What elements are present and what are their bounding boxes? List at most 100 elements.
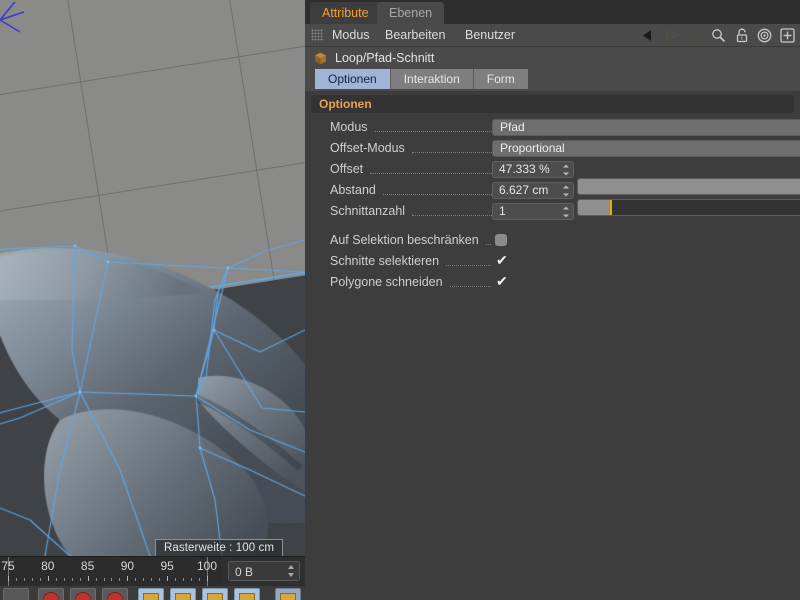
leader-dots bbox=[412, 214, 492, 216]
timeline-tick-minor bbox=[63, 578, 65, 581]
leader-dots bbox=[412, 151, 492, 153]
record-button-2[interactable] bbox=[70, 588, 96, 600]
timeline-tick-minor bbox=[119, 578, 121, 581]
toolbar-button-1[interactable] bbox=[3, 588, 29, 600]
frame-field-value: 0 B bbox=[235, 565, 254, 579]
timeline-tick-minor bbox=[103, 578, 105, 581]
slider-fill bbox=[578, 179, 800, 194]
timeline-tick-minor bbox=[55, 578, 57, 581]
record-dot-icon bbox=[42, 592, 60, 600]
cube-icon bbox=[313, 51, 328, 66]
attribute-manager-panel: Attribute Ebenen Modus Bearbeiten Benutz… bbox=[305, 0, 800, 600]
timeline-tick-minor bbox=[71, 578, 73, 581]
parameter-row: Schnitte selektieren ✔ bbox=[305, 251, 800, 272]
record-dot-icon bbox=[74, 592, 92, 600]
timeline-tick-major bbox=[87, 576, 89, 581]
timeline-tick-minor bbox=[135, 578, 137, 581]
menubar-grip-icon[interactable] bbox=[311, 29, 323, 41]
timeline-bar[interactable]: 75 80 85 90 95 100 0 B bbox=[0, 556, 305, 587]
parameter-label: Offset bbox=[330, 159, 367, 180]
dropdown-modus[interactable]: Pfad bbox=[492, 119, 800, 136]
dropdown-value: Pfad bbox=[500, 120, 525, 134]
timeline-tick-minor bbox=[199, 578, 201, 581]
parameter-label: Polygone schneiden bbox=[330, 272, 446, 293]
timeline-tick-major bbox=[167, 576, 169, 581]
tab-attribute[interactable]: Attribute bbox=[310, 2, 381, 24]
timeline-tick-label: 100 bbox=[196, 559, 218, 573]
number-field-value: 6.627 cm bbox=[499, 183, 549, 197]
menu-benutzer[interactable]: Benutzer bbox=[465, 24, 515, 46]
timeline-tick-label: 85 bbox=[80, 559, 95, 573]
tool-glyph-icon bbox=[143, 593, 159, 600]
subtab-form[interactable]: Form bbox=[473, 69, 528, 89]
panel-menubar: Modus Bearbeiten Benutzer t bbox=[305, 24, 800, 47]
object-header-row[interactable]: Loop/Pfad-Schnitt bbox=[305, 47, 800, 69]
slider-handle[interactable] bbox=[609, 200, 612, 215]
checkbox-box bbox=[495, 234, 507, 246]
timeline-tick-minor bbox=[39, 578, 41, 581]
tool-button-1[interactable] bbox=[138, 588, 164, 600]
timeline-tick-label: 90 bbox=[120, 559, 135, 573]
tool-button-5[interactable] bbox=[275, 588, 301, 600]
checkbox-auf-selektion-beschr-nken[interactable] bbox=[495, 234, 507, 246]
tool-button-2[interactable] bbox=[170, 588, 196, 600]
3d-viewport[interactable]: Rasterweite : 100 cm bbox=[0, 0, 305, 556]
record-button-1[interactable] bbox=[38, 588, 64, 600]
number-field-offset[interactable]: 47.333 % bbox=[492, 161, 574, 178]
bottom-toolbar[interactable] bbox=[0, 586, 305, 600]
number-field-spinner[interactable] bbox=[563, 206, 569, 217]
tab-ebenen[interactable]: Ebenen bbox=[377, 2, 445, 24]
tool-button-4[interactable] bbox=[234, 588, 260, 600]
dropdown-offset-modus[interactable]: Proportional bbox=[492, 140, 800, 157]
parameter-label: Modus bbox=[330, 117, 371, 138]
timeline-tick-minor bbox=[159, 578, 161, 581]
cinema4d-window: Rasterweite : 100 cm 75 80 85 90 95 100 0 B A… bbox=[0, 0, 800, 600]
menu-bearbeiten[interactable]: Bearbeiten bbox=[385, 24, 445, 46]
timeline-tick-minor bbox=[143, 578, 145, 581]
timeline-tick-minor bbox=[79, 578, 81, 581]
object-title: Loop/Pfad-Schnitt bbox=[335, 51, 435, 65]
number-field-schnittanzahl[interactable]: 1 bbox=[492, 203, 574, 220]
lock-icon[interactable]: t bbox=[733, 27, 750, 44]
record-button-3[interactable] bbox=[102, 588, 128, 600]
subtab-optionen[interactable]: Optionen bbox=[315, 69, 391, 89]
leader-dots bbox=[383, 193, 492, 195]
target-icon[interactable] bbox=[756, 27, 773, 44]
frame-field-spinner[interactable] bbox=[288, 565, 295, 577]
menu-modus[interactable]: Modus bbox=[332, 24, 370, 46]
grid-size-overlay: Rasterweite : 100 cm bbox=[155, 539, 284, 556]
number-field-abstand[interactable]: 6.627 cm bbox=[492, 182, 574, 199]
timeline-tick-major bbox=[127, 576, 129, 581]
search-icon[interactable] bbox=[710, 27, 727, 44]
parameter-label: Auf Selektion beschränken bbox=[330, 230, 482, 251]
timeline-tick-minor bbox=[15, 578, 17, 581]
section-header-label: Optionen bbox=[319, 97, 372, 111]
section-header-optionen: Optionen bbox=[311, 95, 794, 113]
checkbox-schnitte-selektieren[interactable]: ✔ bbox=[495, 253, 508, 267]
timeline-ruler[interactable]: 75 80 85 90 95 100 bbox=[0, 557, 222, 587]
number-field-spinner[interactable] bbox=[563, 185, 569, 196]
parameter-row: Offset-Modus Proportional bbox=[305, 138, 800, 159]
timeline-tick-major bbox=[8, 576, 9, 581]
slider-offset[interactable] bbox=[577, 178, 800, 195]
add-box-icon[interactable] bbox=[779, 27, 796, 44]
up-history-icon[interactable] bbox=[687, 27, 704, 44]
back-arrow-icon[interactable] bbox=[641, 27, 658, 44]
timeline-tick-minor bbox=[95, 578, 97, 581]
subtab-interaktion[interactable]: Interaktion bbox=[390, 69, 474, 89]
parameter-label: Schnitte selektieren bbox=[330, 251, 443, 272]
leader-dots bbox=[450, 285, 491, 287]
parameter-row: Polygone schneiden ✔ bbox=[305, 272, 800, 293]
slider-abstand[interactable] bbox=[577, 199, 800, 216]
number-field-spinner[interactable] bbox=[563, 164, 569, 175]
parameter-label: Abstand bbox=[330, 180, 379, 201]
timeline-tick-minor bbox=[31, 578, 33, 581]
timeline-tick-minor bbox=[151, 578, 153, 581]
timeline-tick-label: 75 bbox=[1, 559, 15, 573]
frame-field[interactable]: 0 B bbox=[228, 561, 300, 581]
checkbox-polygone-schneiden[interactable]: ✔ bbox=[495, 274, 508, 288]
timeline-tick-minor bbox=[191, 578, 193, 581]
forward-history-icon[interactable] bbox=[664, 27, 681, 44]
leader-dots bbox=[370, 172, 492, 174]
tool-button-3[interactable] bbox=[202, 588, 228, 600]
